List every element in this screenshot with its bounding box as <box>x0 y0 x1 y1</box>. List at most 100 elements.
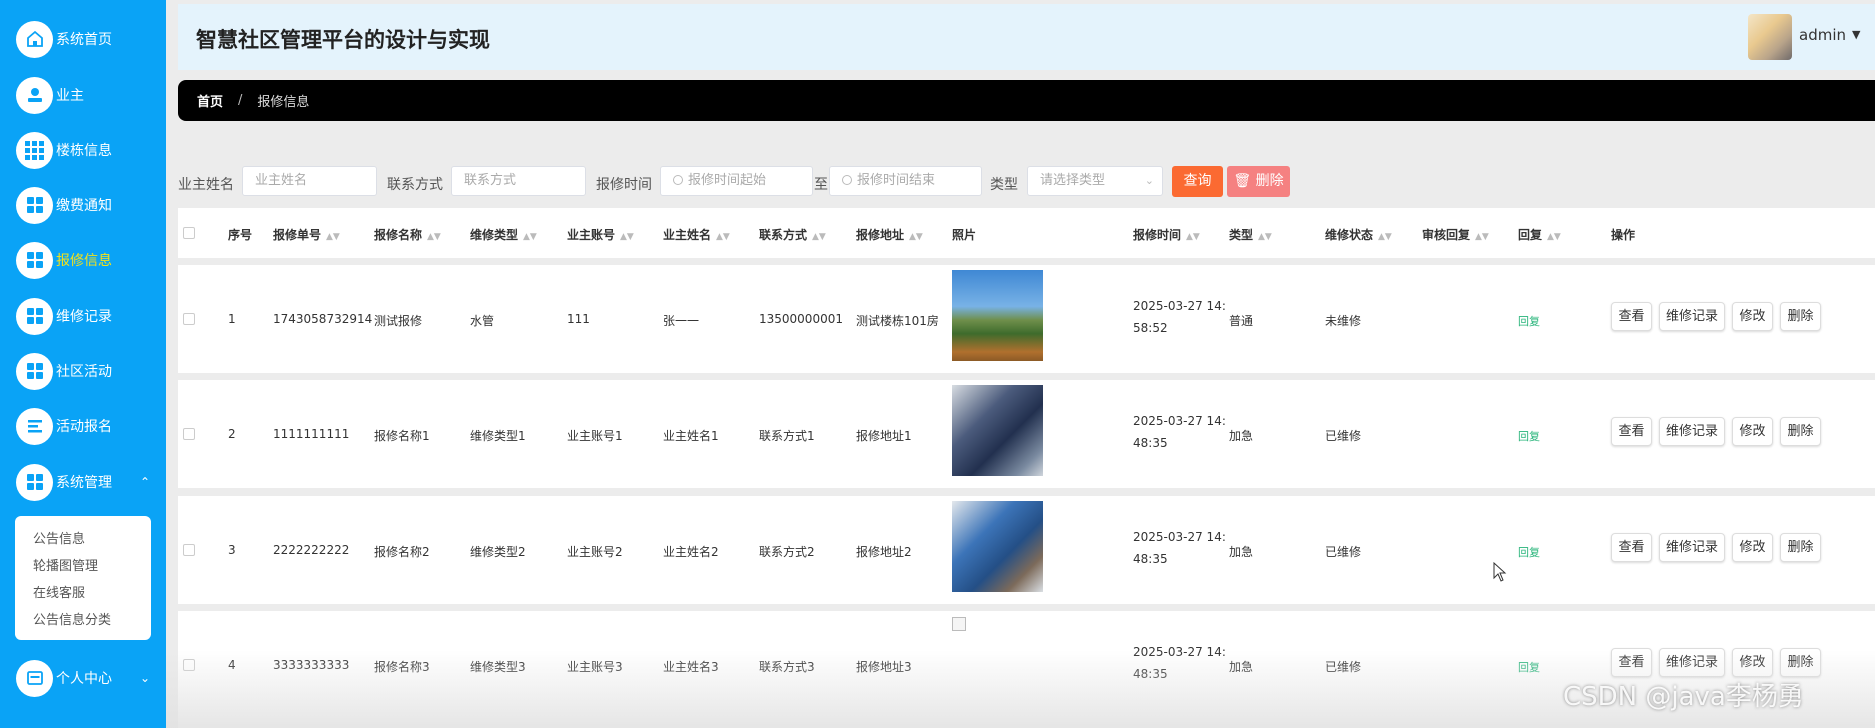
sidebar-item-personal-center[interactable]: 个人中心 ⌄ <box>16 656 150 700</box>
cell-name: 报修名称3 <box>374 660 430 674</box>
col-owner-name[interactable]: 业主姓名 ▲▼ <box>663 226 730 243</box>
reply-link[interactable]: 回复 <box>1518 313 1540 329</box>
sidebar-item-label: 系统管理 <box>56 475 112 491</box>
search-button[interactable]: 查询 <box>1172 166 1223 197</box>
cell-address: 测试楼栋101房 <box>856 314 939 328</box>
col-actions: 操作 <box>1611 228 1636 242</box>
sort-icon[interactable]: ▲▼ <box>620 232 634 242</box>
delete-button[interactable]: 删除 <box>1780 533 1821 562</box>
caret-down-icon[interactable]: ▼ <box>1852 28 1860 41</box>
repair-records-button[interactable]: 维修记录 <box>1659 533 1725 562</box>
sidebar-item-owner[interactable]: 业主 <box>16 73 84 117</box>
edit-button[interactable]: 修改 <box>1732 648 1773 677</box>
col-owner-account[interactable]: 业主账号 ▲▼ <box>567 226 634 243</box>
col-name[interactable]: 报修名称 ▲▼ <box>374 226 441 243</box>
repair-photo[interactable] <box>952 270 1043 361</box>
sort-icon[interactable]: ▲▼ <box>427 232 441 242</box>
repair-photo[interactable] <box>952 501 1043 592</box>
submenu-item-announcement-category[interactable]: 公告信息分类 <box>15 607 151 634</box>
repair-records-button[interactable]: 维修记录 <box>1659 648 1725 677</box>
sort-icon[interactable]: ▲▼ <box>1258 232 1272 242</box>
breadcrumb-home[interactable]: 首页 <box>197 91 223 110</box>
col-address[interactable]: 报修地址 ▲▼ <box>856 226 923 243</box>
apps-icon <box>16 463 53 501</box>
type-label: 类型 <box>990 177 1018 193</box>
cell-contact: 联系方式3 <box>759 660 815 674</box>
sort-icon[interactable]: ▲▼ <box>1186 232 1200 242</box>
owner-name-input[interactable]: 业主姓名 <box>242 166 377 196</box>
cell-name: 测试报修 <box>374 314 423 328</box>
time-start-placeholder: 报修时间起始 <box>688 173 767 188</box>
reply-link[interactable]: 回复 <box>1518 428 1540 444</box>
reply-link[interactable]: 回复 <box>1518 544 1540 560</box>
row-checkbox[interactable] <box>183 313 195 325</box>
broken-image-icon[interactable] <box>952 617 966 631</box>
repair-photo[interactable] <box>952 385 1043 476</box>
view-button[interactable]: 查看 <box>1611 648 1652 677</box>
view-button[interactable]: 查看 <box>1611 533 1652 562</box>
view-button[interactable]: 查看 <box>1611 302 1652 331</box>
reply-link[interactable]: 回复 <box>1518 659 1540 675</box>
sidebar-item-home[interactable]: 系统首页 <box>16 17 112 61</box>
sidebar-item-repair-records[interactable]: 维修记录 <box>16 294 112 338</box>
cell-address: 报修地址1 <box>856 429 912 443</box>
row-checkbox[interactable] <box>183 428 195 440</box>
submenu-item-carousel[interactable]: 轮播图管理 <box>15 553 151 580</box>
col-reply[interactable]: 回复 ▲▼ <box>1518 226 1561 243</box>
sort-icon[interactable]: ▲▼ <box>909 232 923 242</box>
sort-icon[interactable]: ▲▼ <box>326 232 340 242</box>
view-button[interactable]: 查看 <box>1611 417 1652 446</box>
row-checkbox[interactable] <box>183 544 195 556</box>
edit-button[interactable]: 修改 <box>1732 302 1773 331</box>
owner-name-placeholder: 业主姓名 <box>255 173 308 188</box>
col-order-no[interactable]: 报修单号 ▲▼ <box>273 226 340 243</box>
sort-icon[interactable]: ▲▼ <box>1378 232 1392 242</box>
submenu-item-announcements[interactable]: 公告信息 <box>15 526 151 553</box>
contact-input[interactable]: 联系方式 <box>451 166 586 196</box>
edit-button[interactable]: 修改 <box>1732 533 1773 562</box>
type-select[interactable]: 请选择类型 ⌄ <box>1027 166 1163 196</box>
repair-records-button[interactable]: 维修记录 <box>1659 417 1725 446</box>
row-checkbox[interactable] <box>183 659 195 671</box>
delete-button[interactable]: 删除 <box>1780 302 1821 331</box>
sort-icon[interactable]: ▲▼ <box>1475 232 1489 242</box>
user-name[interactable]: admin <box>1799 26 1846 44</box>
cell-repair-type: 维修类型1 <box>470 429 526 443</box>
sort-icon[interactable]: ▲▼ <box>523 232 537 242</box>
clock-icon <box>842 175 852 185</box>
sidebar-item-system-management[interactable]: 系统管理 ⌃ <box>16 460 150 504</box>
sidebar-item-community-events[interactable]: 社区活动 <box>16 349 112 393</box>
breadcrumb-separator: / <box>238 93 243 108</box>
sidebar-item-payment-notice[interactable]: 缴费通知 <box>16 183 112 227</box>
repair-records-button[interactable]: 维修记录 <box>1659 302 1725 331</box>
delete-button[interactable]: 删除 <box>1780 417 1821 446</box>
col-contact[interactable]: 联系方式 ▲▼ <box>759 226 826 243</box>
cell-repair-type: 维修类型2 <box>470 545 526 559</box>
sort-icon[interactable]: ▲▼ <box>716 232 730 242</box>
select-all-checkbox[interactable] <box>183 227 195 239</box>
sidebar-item-label: 报修信息 <box>56 253 112 269</box>
clock-icon <box>673 175 683 185</box>
time-end-input[interactable]: 报修时间结束 <box>829 166 982 196</box>
cell-order-no: 3333333333 <box>273 658 350 672</box>
edit-button[interactable]: 修改 <box>1732 417 1773 446</box>
sidebar-item-event-signup[interactable]: 活动报名 <box>16 404 112 448</box>
delete-button[interactable]: 删除 <box>1780 648 1821 677</box>
sort-icon[interactable]: ▲▼ <box>812 232 826 242</box>
time-start-input[interactable]: 报修时间起始 <box>660 166 813 196</box>
col-repair-type[interactable]: 维修类型 ▲▼ <box>470 226 537 243</box>
sidebar-item-buildings[interactable]: 楼栋信息 <box>16 128 112 172</box>
avatar[interactable] <box>1748 14 1792 60</box>
cell-owner-account: 业主账号1 <box>567 429 623 443</box>
owner-name-label: 业主姓名 <box>178 177 234 193</box>
col-type[interactable]: 类型 ▲▼ <box>1229 226 1272 243</box>
sort-icon[interactable]: ▲▼ <box>1547 232 1561 242</box>
submenu-item-online-service[interactable]: 在线客服 <box>15 580 151 607</box>
sidebar-item-label: 业主 <box>56 88 84 104</box>
col-time[interactable]: 报修时间 ▲▼ <box>1133 226 1200 243</box>
sidebar-item-repair-info[interactable]: 报修信息 <box>16 238 112 282</box>
batch-delete-button[interactable]: 🗑 删除 <box>1227 166 1290 197</box>
grid-icon <box>16 131 53 169</box>
col-status[interactable]: 维修状态 ▲▼ <box>1325 226 1392 243</box>
col-audit-reply[interactable]: 审核回复 ▲▼ <box>1422 226 1489 243</box>
